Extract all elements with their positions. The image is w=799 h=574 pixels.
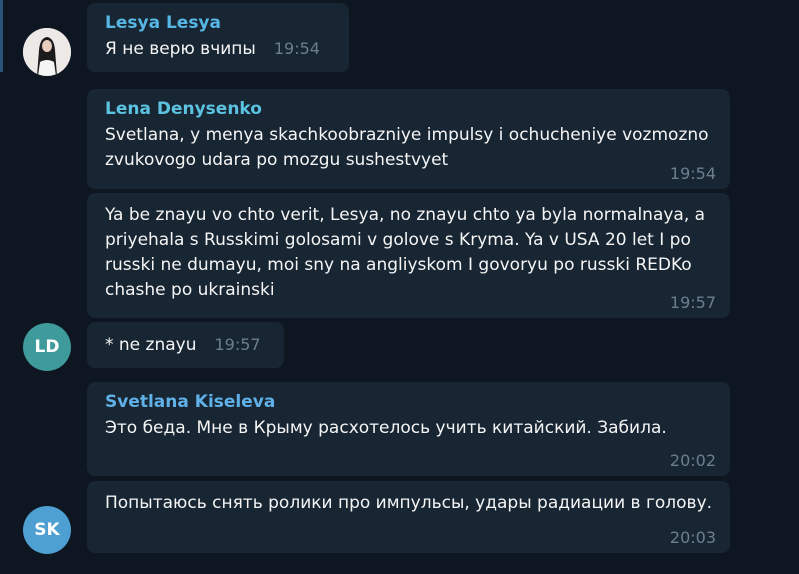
message-bubble[interactable]: Попытаюсь снять ролики про импульсы, уда… <box>87 481 730 553</box>
selection-indicator <box>0 0 3 72</box>
message-text: Svetlana, y menya skachkoobrazniye impul… <box>105 125 709 170</box>
message-body: Я не верю вчипы <box>105 39 256 59</box>
sender-name[interactable]: Svetlana Kiseleva <box>105 392 716 412</box>
message-bubble[interactable]: Svetlana Kiseleva Это беда. Мне в Крыму … <box>87 382 730 476</box>
message-bubble[interactable]: Lena Denysenko Svetlana, y menya skachko… <box>87 89 730 189</box>
message-bubble[interactable]: * ne znayu 19:57 <box>87 322 284 368</box>
message-time: 19:54 <box>669 164 716 183</box>
sender-name[interactable]: Lena Denysenko <box>105 99 716 119</box>
message-text: * ne znayu 19:57 <box>105 333 270 358</box>
avatar-sk[interactable]: SK <box>23 506 71 554</box>
chat-history[interactable]: Lesya Lesya Я не верю вчипы 19:54 Lena De… <box>0 0 799 574</box>
message-body: * ne znayu <box>105 335 197 355</box>
message-text: Попытаюсь снять ролики про импульсы, уда… <box>105 493 713 513</box>
avatar-ld[interactable]: LD <box>23 323 71 371</box>
message-text: Ya be znayu vo chto verit, Lesya, no zna… <box>105 205 706 300</box>
message-bubble[interactable]: Ya be znayu vo chto verit, Lesya, no zna… <box>87 193 730 318</box>
message-text: Это беда. Мне в Крыму расхотелось учить … <box>105 418 667 438</box>
avatar-initials: LD <box>34 337 60 357</box>
message-time: 19:54 <box>273 39 320 58</box>
message-time: 19:57 <box>214 335 261 354</box>
message-text: Я не верю вчипы 19:54 <box>105 37 335 62</box>
message-bubble[interactable]: Lesya Lesya Я не верю вчипы 19:54 <box>87 3 349 72</box>
message-time: 20:02 <box>669 451 716 470</box>
message-time: 19:57 <box>669 293 716 312</box>
sender-name[interactable]: Lesya Lesya <box>105 13 335 33</box>
user-photo-icon <box>23 28 71 76</box>
avatar-lesya[interactable] <box>23 28 71 76</box>
message-time: 20:03 <box>669 528 716 547</box>
avatar-initials: SK <box>34 520 60 540</box>
